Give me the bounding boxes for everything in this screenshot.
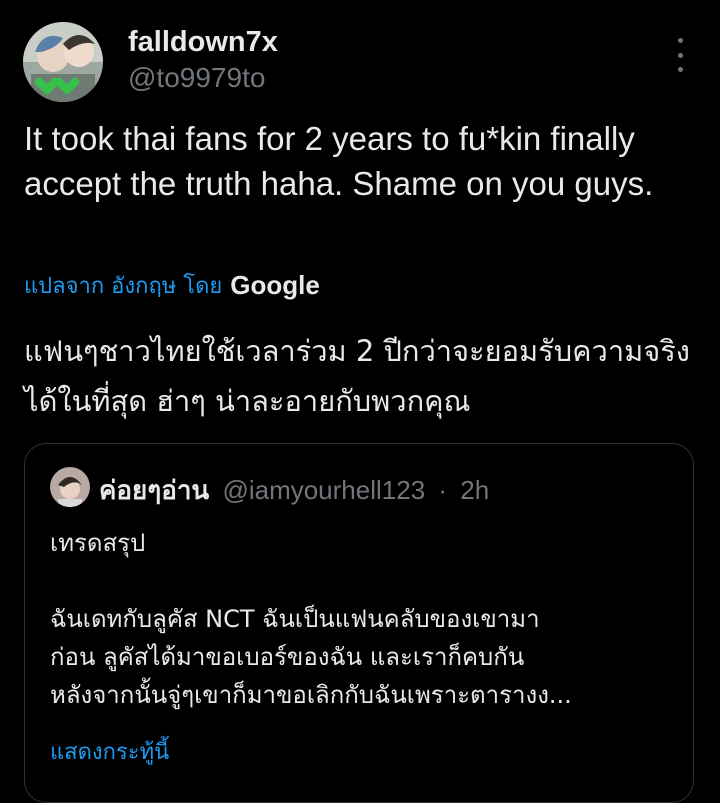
author-handle[interactable]: @to9979to bbox=[128, 62, 265, 94]
quote-blank-line bbox=[50, 562, 680, 600]
quote-author-avatar[interactable] bbox=[50, 467, 90, 507]
quoted-tweet-card[interactable]: ค่อยๆอ่าน @iamyourhell123 · 2h เทรดสรุป … bbox=[24, 443, 694, 803]
quote-title-line: เทรดสรุป bbox=[50, 529, 146, 557]
translated-text: แฟนๆชาวไทยใช้เวลาร่วม 2 ปีกว่าจะยอมรับคว… bbox=[24, 334, 690, 418]
quote-header: ค่อยๆอ่าน @iamyourhell123 · 2h bbox=[99, 470, 489, 511]
quote-body-line: ฉันเดทกับลูคัส NCT ฉันเป็นแฟนคลับของเขาม… bbox=[50, 605, 540, 633]
quote-body-line: ก่อน ลูคัสได้มาขอเบอร์ของฉัน และเราก็คบก… bbox=[50, 643, 525, 671]
quote-author-name[interactable]: ค่อยๆอ่าน bbox=[99, 476, 209, 506]
tweet-text: It took thai fans for 2 years to fu*kin … bbox=[24, 120, 654, 202]
translated-from-link[interactable]: แปลจาก อังกฤษ โดย bbox=[24, 268, 222, 303]
quote-body-line: หลังจากนั้นจู่ๆเขาก็มาขอเลิกกับฉันเพราะต… bbox=[50, 681, 572, 709]
separator-dot: · bbox=[438, 475, 448, 505]
more-options-icon[interactable] bbox=[668, 38, 692, 72]
quote-timestamp[interactable]: 2h bbox=[460, 475, 489, 505]
author-display-name[interactable]: falldown7x bbox=[128, 26, 278, 59]
quote-author-handle[interactable]: @iamyourhell123 bbox=[222, 475, 425, 505]
show-thread-link[interactable]: แสดงกระทู้นี้ bbox=[50, 734, 169, 769]
author-avatar[interactable] bbox=[23, 22, 103, 102]
translation-attribution: แปลจาก อังกฤษ โดย Google bbox=[24, 268, 320, 303]
google-logo: Google bbox=[230, 270, 320, 300]
quote-text: เทรดสรุป ฉันเดทกับลูคัส NCT ฉันเป็นแฟนคล… bbox=[50, 524, 680, 714]
